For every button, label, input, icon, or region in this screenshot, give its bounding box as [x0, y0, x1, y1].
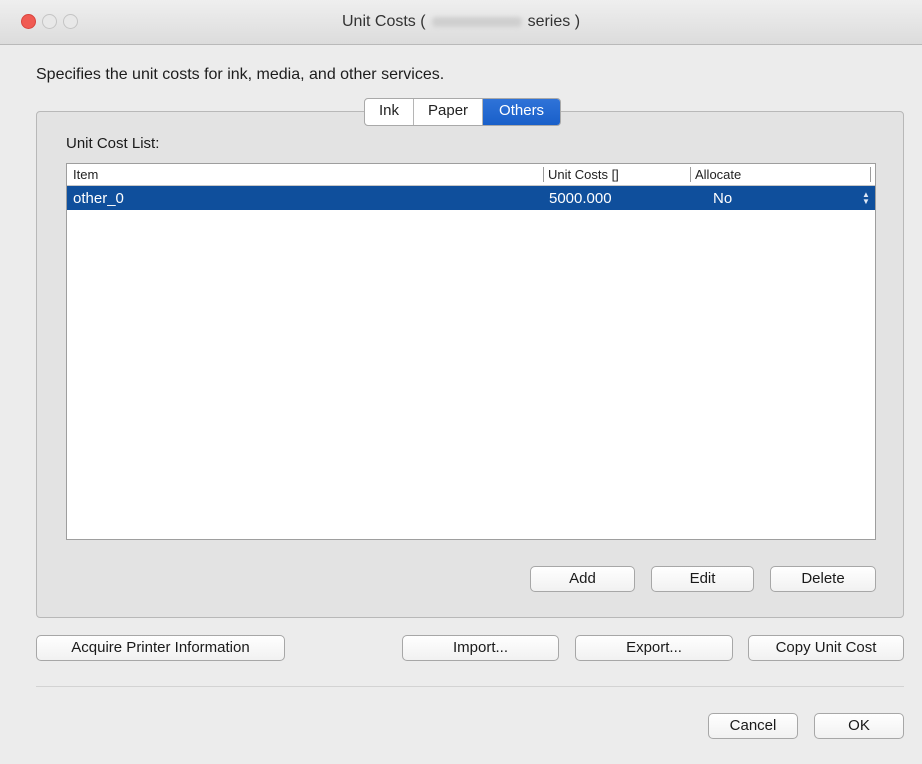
tab-ink[interactable]: Ink — [365, 99, 415, 125]
divider — [36, 686, 904, 687]
tab-paper[interactable]: Paper — [414, 99, 484, 125]
title-bar: Unit Costs ( series ) — [0, 0, 922, 45]
add-button[interactable]: Add — [530, 566, 635, 592]
import-button[interactable]: Import... — [402, 635, 559, 661]
edit-button[interactable]: Edit — [651, 566, 754, 592]
export-button[interactable]: Export... — [575, 635, 733, 661]
window-title-suffix: series ) — [527, 13, 581, 30]
table-row[interactable]: other_0 5000.000 No ▲ ▼ — [67, 186, 875, 210]
column-header-unit-costs[interactable]: Unit Costs [] — [543, 167, 619, 182]
cell-allocate[interactable]: No — [713, 190, 732, 207]
window-title-prefix: Unit Costs ( — [341, 13, 426, 30]
cell-unit-costs: 5000.000 — [549, 190, 612, 207]
unit-cost-table[interactable]: Item Unit Costs [] Allocate other_0 5000… — [66, 163, 876, 540]
cancel-button[interactable]: Cancel — [708, 713, 798, 739]
unit-cost-list-label: Unit Cost List: — [66, 135, 160, 152]
acquire-printer-information-button[interactable]: Acquire Printer Information — [36, 635, 285, 661]
ok-button[interactable]: OK — [814, 713, 904, 739]
window-title: Unit Costs ( series ) — [0, 13, 922, 31]
dialog-description: Specifies the unit costs for ink, media,… — [36, 66, 445, 83]
delete-button[interactable]: Delete — [770, 566, 876, 592]
column-divider — [870, 167, 871, 182]
column-header-allocate[interactable]: Allocate — [690, 167, 741, 182]
copy-unit-cost-button[interactable]: Copy Unit Cost — [748, 635, 904, 661]
table-header: Item Unit Costs [] Allocate — [67, 164, 875, 186]
column-header-item[interactable]: Item — [73, 167, 98, 182]
tab-bar: Ink Paper Others — [364, 98, 562, 126]
redacted-model-name — [431, 16, 522, 27]
cell-item: other_0 — [73, 190, 124, 207]
tab-others[interactable]: Others — [483, 99, 561, 125]
up-down-stepper-icon[interactable]: ▲ ▼ — [861, 191, 871, 206]
